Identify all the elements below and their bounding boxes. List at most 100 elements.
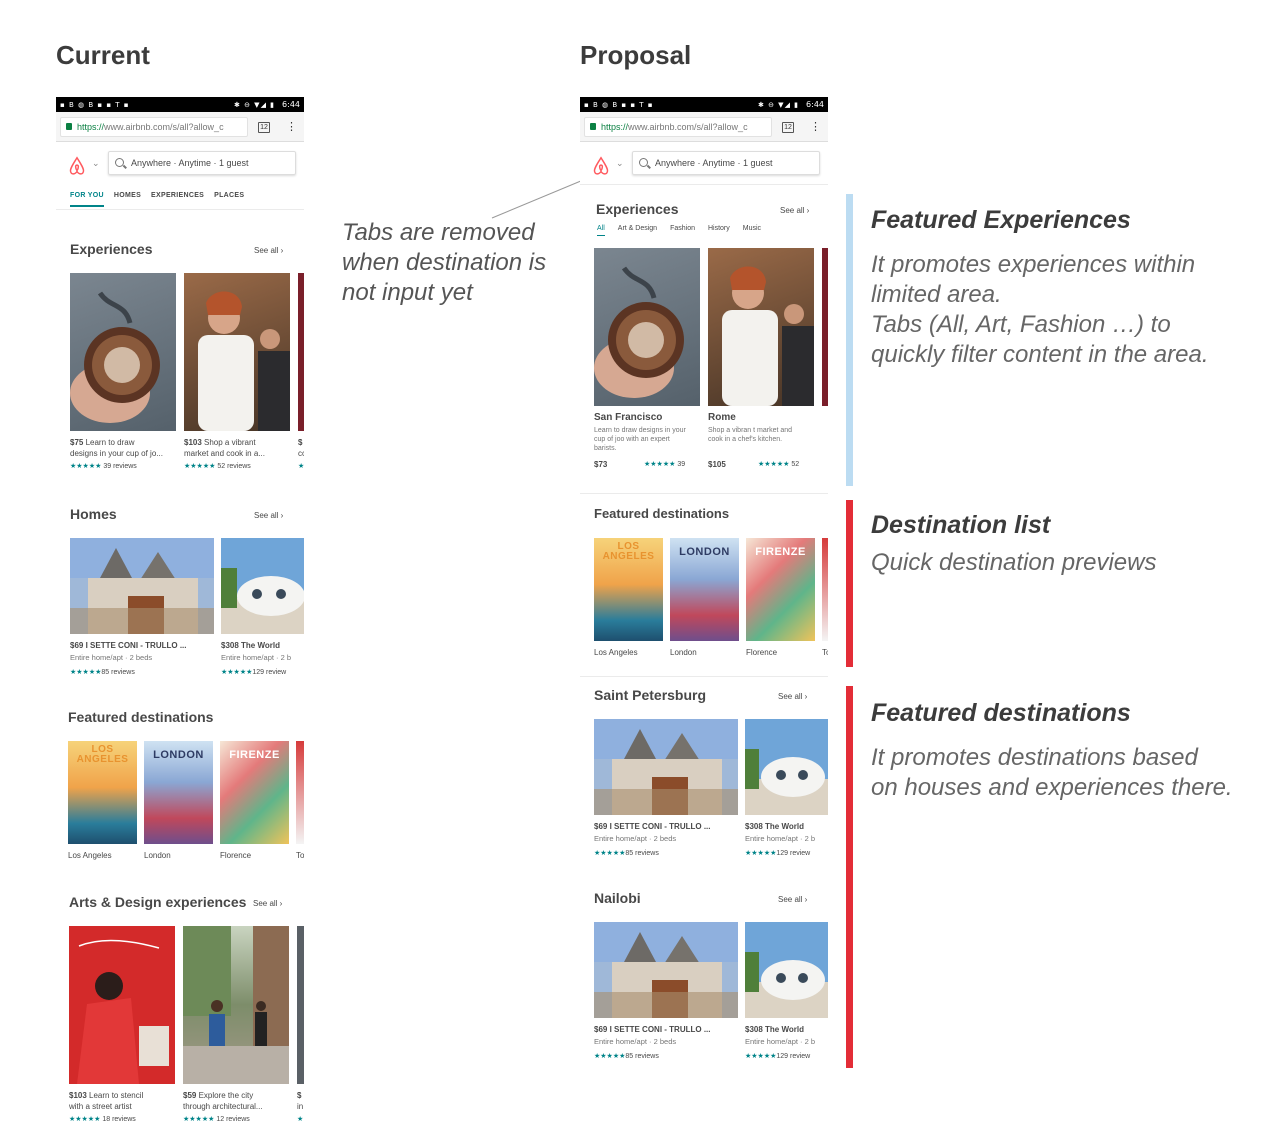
tab-music[interactable]: Music [743, 225, 761, 236]
airbnb-logo-icon[interactable] [66, 155, 88, 177]
rating-stars: ★★★★★ 52 reviews [184, 463, 251, 470]
destination-poster-florence[interactable]: FIRENZE [220, 741, 289, 844]
annotation-pointer-line [491, 177, 589, 219]
destination-poster-los-angeles[interactable]: LOS ANGELES [594, 538, 663, 641]
featured-destinations-annotation-body: It promotes destinations based on houses… [871, 744, 1233, 801]
experience-image-partial[interactable] [298, 273, 304, 431]
experience-card-line2: designs in your cup of jo... [70, 449, 163, 458]
experience-city: San Francisco [594, 412, 663, 423]
tab-experiences[interactable]: EXPERIENCES [151, 192, 204, 207]
destination-label: London [670, 648, 697, 657]
menu-icon[interactable]: ⋮ [810, 120, 821, 134]
destination-poster-los-angeles[interactable]: LOS ANGELES [68, 741, 137, 844]
home-card-details: Entire home/apt · 2 b [745, 1037, 816, 1046]
search-input[interactable]: Anywhere · Anytime · 1 guest [632, 151, 820, 175]
section-divider [580, 493, 828, 494]
destination-poster-london[interactable]: LONDON [670, 538, 739, 641]
rating-stars: ★★★★★129 review [745, 1053, 811, 1060]
url-field[interactable]: https://www.airbnb.com/s/all?allow_c [584, 117, 772, 137]
search-text: Anywhere · Anytime · 1 guest [655, 158, 773, 168]
see-all-link[interactable]: See all › [778, 692, 807, 701]
tab-for-you[interactable]: FOR YOU [70, 192, 104, 207]
featured-destinations-annotation-title: Featured destinations [871, 699, 1131, 727]
arts-card-line2: in [297, 1102, 304, 1111]
experience-desc: cup of joo with an expert [594, 436, 670, 443]
tab-fashion[interactable]: Fashion [670, 225, 695, 236]
tab-homes[interactable]: HOMES [114, 192, 141, 207]
arts-design-title: Arts & Design experiences [69, 894, 247, 910]
url-scheme: https:// [77, 122, 105, 132]
destination-poster-partial[interactable] [296, 741, 304, 844]
tab-count-button[interactable]: 12 [258, 122, 270, 133]
experience-image-coffee[interactable] [70, 273, 176, 431]
system-icons: ✱ ⊖ ▼◢ ▮ [758, 100, 800, 109]
destination-label: To [296, 851, 304, 860]
system-icons: ✱ ⊖ ▼◢ ▮ [234, 100, 276, 109]
home-image-world[interactable] [745, 922, 828, 1018]
destination-poster-london[interactable]: LONDON [144, 741, 213, 844]
chevron-down-icon[interactable]: ⌄ [616, 158, 624, 169]
experience-image-partial[interactable] [822, 248, 828, 406]
destination-poster-florence[interactable]: FIRENZE [746, 538, 815, 641]
appbar-divider [580, 184, 828, 185]
tab-history[interactable]: History [708, 225, 730, 236]
clock: 6:44 [282, 100, 300, 109]
experience-image-coffee[interactable] [594, 248, 700, 406]
rating-stars: ★★★★★85 reviews [594, 1053, 659, 1060]
home-image-trullo[interactable] [70, 538, 214, 634]
home-card-details: Entire home/apt · 2 beds [70, 653, 153, 662]
see-all-link[interactable]: See all › [780, 206, 809, 215]
search-input[interactable]: Anywhere · Anytime · 1 guest [108, 151, 296, 175]
experience-desc: Learn to draw designs in your [594, 427, 686, 434]
see-all-link[interactable]: See all › [253, 899, 282, 908]
home-card-details: Entire home/apt · 2 beds [594, 834, 677, 843]
arts-card-text: $59 Explore the city [183, 1091, 254, 1100]
experience-image-market[interactable] [184, 273, 290, 431]
menu-icon[interactable]: ⋮ [286, 120, 297, 134]
status-bar: ▪ B ◍ B ▪ ▪ T ▪ ✱ ⊖ ▼◢ ▮ 6:44 [580, 97, 828, 112]
destination-label: Florence [746, 648, 778, 657]
experience-card-text: $ [298, 438, 303, 447]
section-divider [580, 676, 828, 677]
tab-art-design[interactable]: Art & Design [618, 225, 657, 236]
featured-experiences-annotation-title: Featured Experiences [871, 206, 1131, 234]
home-image-trullo[interactable] [594, 719, 738, 815]
featured-experiences-annotation-body: It promotes experiences within limited a… [871, 251, 1209, 368]
proposal-heading: Proposal [580, 40, 692, 70]
homes-title: Homes [70, 506, 117, 522]
status-bar: ▪ B ◍ B ▪ ▪ T ▪ ✱ ⊖ ▼◢ ▮ 6:44 [56, 97, 304, 112]
rating-stars: ★★★★★ 18 reviews [69, 1116, 136, 1123]
see-all-link[interactable]: See all › [778, 895, 807, 904]
destination-poster-partial[interactable] [822, 538, 828, 641]
home-image-world[interactable] [221, 538, 304, 634]
home-image-trullo[interactable] [594, 922, 738, 1018]
featured-destinations-title: Featured destinations [594, 506, 730, 521]
experience-card-text: $75 Learn to draw [70, 438, 135, 447]
arts-image-partial[interactable] [297, 926, 304, 1084]
experience-desc: Shop a vibran t market and [708, 427, 793, 434]
tab-count-button[interactable]: 12 [782, 122, 794, 133]
experience-image-market[interactable] [708, 248, 814, 406]
search-text: Anywhere · Anytime · 1 guest [131, 158, 249, 168]
arts-card-line2: through architectural... [183, 1102, 263, 1111]
home-image-world[interactable] [745, 719, 828, 815]
url-field[interactable]: https://www.airbnb.com/s/all?allow_c [60, 117, 248, 137]
tab-all[interactable]: All [597, 225, 605, 236]
arts-image-architecture[interactable] [183, 926, 289, 1084]
chevron-down-icon[interactable]: ⌄ [92, 158, 100, 169]
rating-stars: ★★★★★129 review [745, 850, 811, 857]
airbnb-logo-icon[interactable] [590, 155, 612, 177]
arts-image-stencil[interactable] [69, 926, 175, 1084]
featured-destinations-bar [846, 686, 853, 1068]
clock: 6:44 [806, 100, 824, 109]
see-all-link[interactable]: See all › [254, 246, 283, 255]
rating-stars: ★★★★★ 39 [644, 461, 686, 468]
destination-list-annotation-title: Destination list [871, 511, 1051, 539]
arts-card-line2: with a street artist [69, 1102, 132, 1111]
proposal-phone: ▪ B ◍ B ▪ ▪ T ▪ ✱ ⊖ ▼◢ ▮ 6:44 https://ww… [580, 97, 828, 1077]
destination-list-annotation-body: Quick destination previews [871, 549, 1157, 576]
see-all-link[interactable]: See all › [254, 511, 283, 520]
rating-stars: ★★★★★85 reviews [70, 669, 135, 676]
home-card-title: $69 I SETTE CONI - TRULLO ... [594, 1025, 711, 1034]
tab-places[interactable]: PLACES [214, 192, 244, 207]
